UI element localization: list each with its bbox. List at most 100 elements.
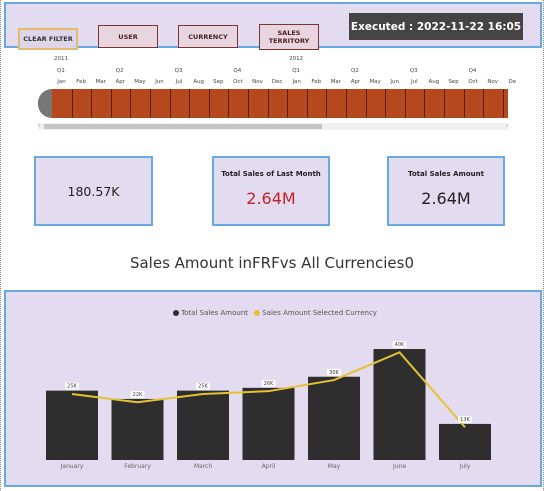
timeline-month-label[interactable]: Feb <box>72 79 91 85</box>
currency-button[interactable]: CURRENCY <box>178 25 238 48</box>
timeline-quarter-label: Q1 <box>292 68 301 74</box>
data-label: 30K <box>329 370 339 376</box>
timeline-month-label[interactable]: Nov <box>248 79 267 85</box>
chart-heading: Sales Amount inFRFvs All Currencies0 <box>129 254 415 272</box>
x-tick-label: March <box>194 463 212 470</box>
timeline-quarter-label: Q4 <box>233 68 242 74</box>
timeline-month-divider <box>424 89 426 118</box>
timeline-month-divider <box>169 89 171 118</box>
timeline-quarter-label: Q3 <box>409 68 418 74</box>
filter-header: CLEAR FILTER USER CURRENCY SALES TERRITO… <box>4 2 542 50</box>
data-label: 22K <box>133 392 143 398</box>
timeline-month-divider <box>91 89 93 118</box>
timeline-month-label[interactable]: Sep <box>209 79 228 85</box>
sales-chart-panel: Total Sales Amount Sales Amount Selected… <box>4 290 542 487</box>
timeline-quarter-label: Q1 <box>57 68 65 74</box>
chart-bar[interactable] <box>111 398 164 460</box>
timeline-month-divider <box>110 89 112 118</box>
chart-bar[interactable] <box>242 387 295 460</box>
x-tick-label: January <box>60 463 84 470</box>
timeline-month-divider <box>502 89 504 118</box>
timeline-month-divider <box>228 89 230 118</box>
timeline-month-divider <box>150 89 151 118</box>
timeline-month-label[interactable]: May <box>366 79 385 85</box>
timeline-month-label[interactable]: Jan <box>287 79 306 85</box>
timeline-scrollbar[interactable]: ‹ › <box>38 123 508 130</box>
timeline-month-label[interactable]: Oct <box>228 79 247 85</box>
timeline-month-divider <box>267 89 269 118</box>
timeline-month-label[interactable]: Apr <box>111 79 130 85</box>
chart-bar[interactable] <box>177 390 229 460</box>
timeline-month-divider <box>365 89 367 118</box>
kpi-card-value: 2.64M <box>421 189 471 208</box>
timeline-month-divider <box>404 89 406 118</box>
timeline-quarter-label: Q2 <box>351 68 359 74</box>
timeline-month-divider <box>444 89 445 118</box>
sales-territory-button[interactable]: SALES TERRITORY <box>259 24 319 50</box>
timeline-quarter-label: Q4 <box>468 68 477 74</box>
data-label: 25K <box>67 384 77 390</box>
timeline-year-label: 2012 <box>289 56 304 62</box>
timeline-scroll-thumb[interactable] <box>44 124 322 129</box>
x-tick-label: April <box>262 463 276 470</box>
timeline-month-divider <box>287 89 289 118</box>
timeline-month-label[interactable]: Oct <box>464 79 483 85</box>
timeline-month-label[interactable]: May <box>130 79 149 85</box>
clear-filter-button[interactable]: CLEAR FILTER <box>18 28 78 50</box>
timeline-month-divider <box>385 89 387 118</box>
timeline-quarter-label: Q3 <box>174 68 183 74</box>
timeline-month-label[interactable]: Aug <box>424 79 443 85</box>
x-tick-label: June <box>392 463 406 470</box>
timeline-month-label[interactable]: Jan <box>52 79 71 85</box>
timeline-month-divider <box>483 89 485 118</box>
timeline-track[interactable] <box>38 89 508 118</box>
timeline-quarter-label: Q2 <box>115 68 124 74</box>
timeline-month-divider <box>130 89 132 118</box>
timeline-month-label[interactable]: Mar <box>91 79 110 85</box>
timeline-month-label[interactable]: Jul <box>405 79 424 85</box>
report-page: CLEAR FILTER USER CURRENCY SALES TERRITO… <box>0 0 544 491</box>
x-tick-label: February <box>124 463 151 470</box>
data-label: 13K <box>460 417 470 423</box>
sales-chart: January February March April May June July 25K 2… <box>46 341 491 470</box>
chart-bar[interactable] <box>439 423 491 460</box>
x-tick-label: May <box>328 463 341 470</box>
timeline-month-label[interactable]: Jun <box>150 79 169 85</box>
timeline-month-divider <box>306 89 308 118</box>
chart-bar[interactable] <box>373 349 426 460</box>
scroll-right-icon[interactable]: › <box>506 123 508 129</box>
kpi-card-title: Total Sales of Last Month <box>221 170 321 178</box>
data-label: 26K <box>264 381 274 387</box>
timeline-month-divider <box>208 89 210 118</box>
data-label: 25K <box>198 384 208 390</box>
timeline-month-label[interactable]: Mar <box>326 79 345 85</box>
timeline-month-divider <box>346 89 347 118</box>
kpi-card-value: 2.64M <box>246 189 296 208</box>
timeline-month-label[interactable]: Apr <box>346 79 365 85</box>
data-label: 40K <box>395 342 405 348</box>
chart-bar[interactable] <box>308 376 360 460</box>
chart-bar[interactable] <box>46 390 98 460</box>
executed-timestamp: Executed : 2022-11-22 16:05 <box>349 13 523 40</box>
kpi-card-title: Total Sales Amount <box>408 170 484 178</box>
timeline-month-label[interactable]: Nov <box>483 79 502 85</box>
page-border-left <box>0 0 1 491</box>
timeline-month-divider <box>463 89 465 118</box>
timeline-month-label[interactable]: Sep <box>444 79 463 85</box>
user-button[interactable]: USER <box>98 25 158 48</box>
scroll-left-icon[interactable]: ‹ <box>38 123 40 129</box>
timeline-slicer[interactable]: 2011 2012 Q1 Q2 Q3 Q4 Q1 Q2 Q3 Q4 Jan Feb Mar Apr May J… <box>38 56 516 136</box>
timeline-year-label: 2011 <box>54 56 68 62</box>
timeline-month-label[interactable]: Dec <box>268 79 287 85</box>
timeline-handle[interactable] <box>38 89 52 118</box>
timeline-month-label[interactable]: De <box>503 79 522 85</box>
kpi-card-last-month: Total Sales of Last Month 2.64M <box>212 156 330 226</box>
timeline-month-label[interactable]: Jun <box>385 79 404 85</box>
timeline-month-label[interactable]: Feb <box>307 79 326 85</box>
timeline-month-divider <box>71 89 73 118</box>
kpi-card-value: 180.57K <box>67 184 120 199</box>
kpi-card-total-sales: Total Sales Amount 2.64M <box>387 156 505 226</box>
timeline-month-label[interactable]: Jul <box>170 79 189 85</box>
timeline-month-label[interactable]: Aug <box>189 79 208 85</box>
timeline-month-divider <box>326 89 328 118</box>
